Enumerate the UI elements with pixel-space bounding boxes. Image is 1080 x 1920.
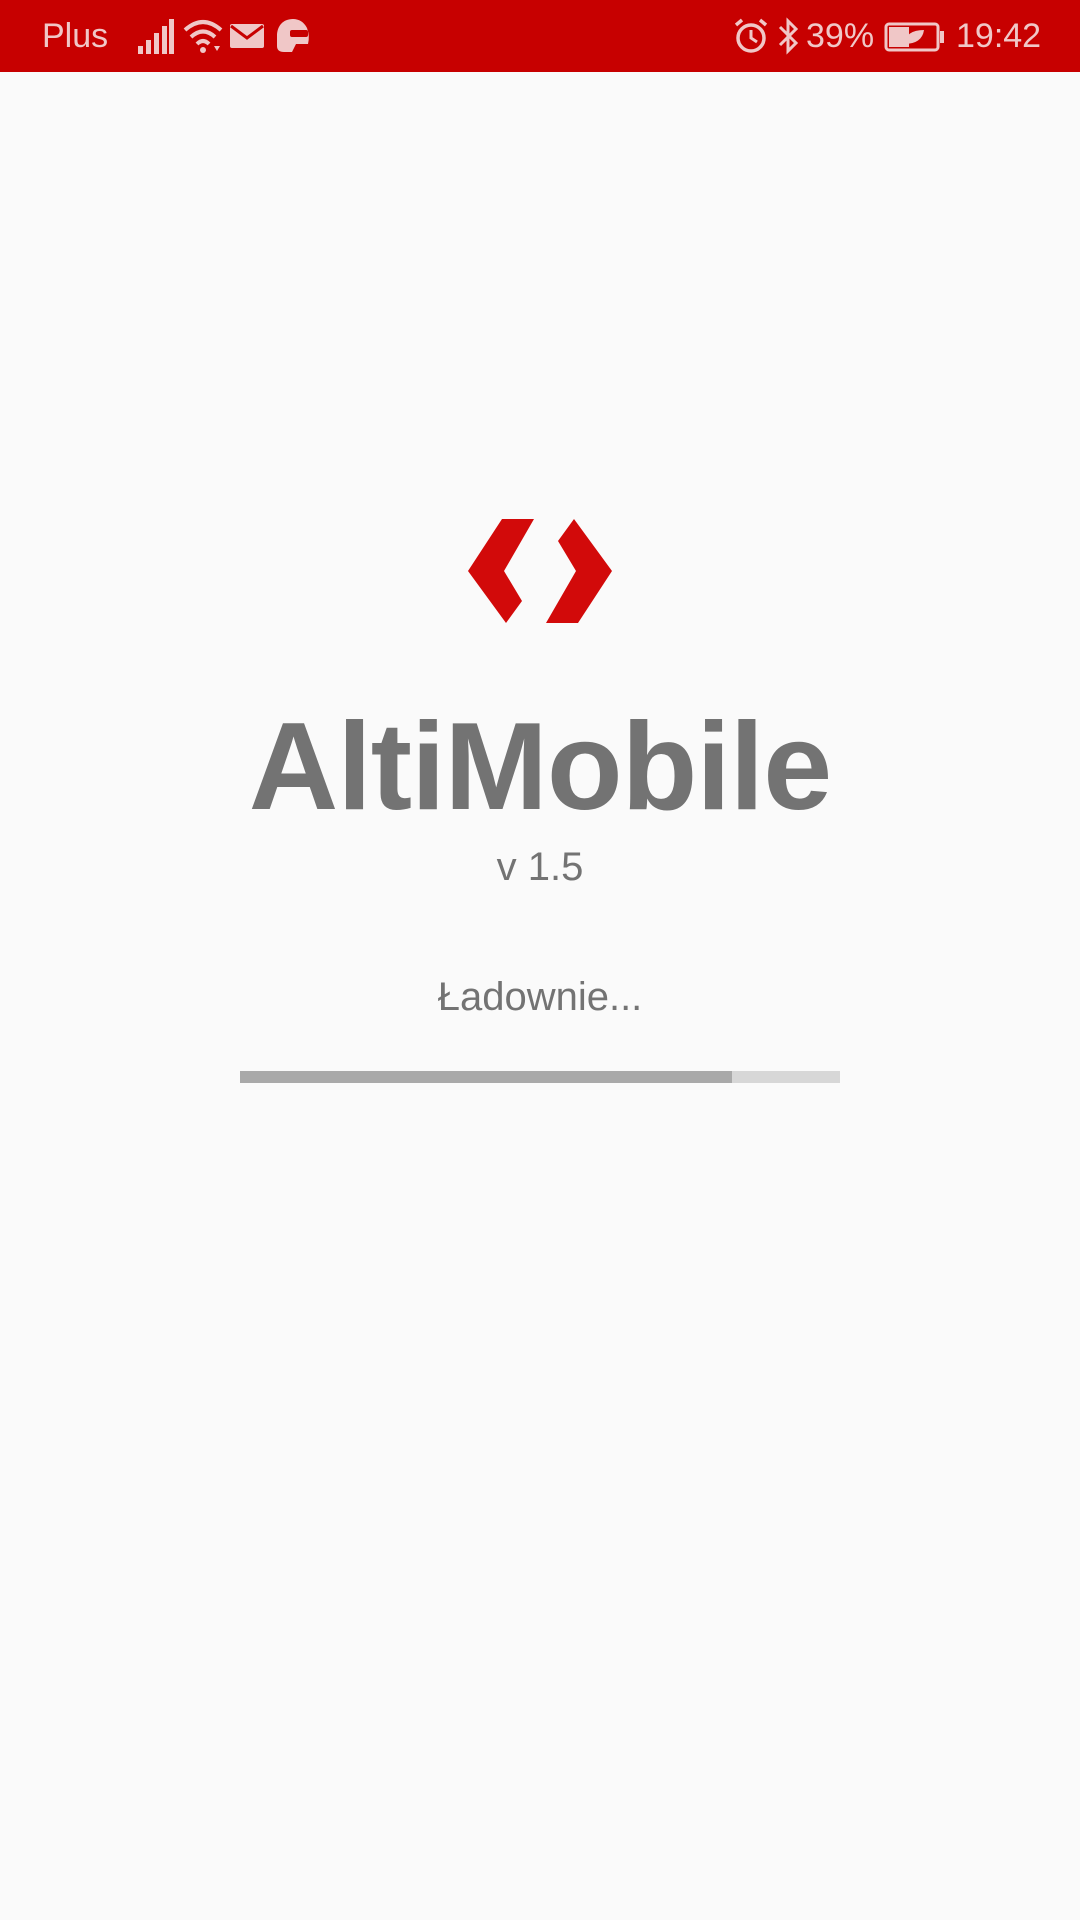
- loading-label: Ładownie...: [437, 975, 643, 1019]
- bluetooth-icon: [778, 17, 799, 55]
- splash-screen: AltiMobile v 1.5 Ładownie...: [0, 72, 1080, 1920]
- status-bar: Plus 39% 19:42: [0, 0, 1080, 72]
- battery-percent: 39%: [806, 17, 875, 55]
- altimobile-logo: [468, 519, 612, 623]
- battery-saver-icon: [884, 22, 944, 52]
- mail-icon: [230, 24, 264, 48]
- loading-progress-bar: [240, 1071, 840, 1083]
- app-version: v 1.5: [496, 845, 584, 889]
- loading-progress-fill: [240, 1071, 732, 1083]
- alarm-icon: [734, 18, 768, 53]
- helmet-app-icon: [277, 19, 309, 52]
- signal-icon: [138, 19, 174, 54]
- app-title: AltiMobile: [248, 698, 832, 836]
- carrier-name: Plus: [42, 17, 109, 55]
- clock: 19:42: [956, 17, 1042, 55]
- wifi-icon: [183, 20, 223, 53]
